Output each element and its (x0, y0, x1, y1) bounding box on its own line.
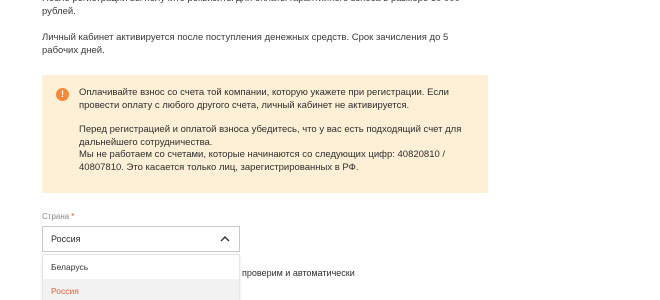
intro-paragraph-activation: Личный кабинет активируется после поступ… (42, 32, 449, 56)
country-field-label: Страна * (42, 212, 74, 221)
registration-info-text: После регистрации вы получите реквизиты … (42, 0, 482, 71)
country-option-russia[interactable]: Россия (43, 279, 239, 300)
warning-paragraph-check: Перед регистрацией и оплатой взноса убед… (79, 124, 462, 148)
warning-paragraph-restrictions: Мы не работаем со счетами, которые начин… (79, 149, 446, 173)
country-dropdown-list: Беларусь Россия (42, 254, 240, 300)
country-select-value: Россия (51, 234, 81, 244)
exclamation-icon: ! (56, 88, 69, 101)
country-option-belarus[interactable]: Беларусь (43, 255, 239, 279)
obscured-form-text: проверим и автоматически (242, 268, 355, 278)
country-select[interactable]: Россия (42, 226, 240, 252)
intro-paragraph-fee: После регистрации вы получите реквизиты … (42, 0, 460, 17)
warning-notice: ! Оплачивайте взнос со счета той компани… (42, 75, 488, 193)
country-label-text: Страна (42, 212, 70, 221)
warning-paragraph-account: Оплачивайте взнос со счета той компании,… (79, 87, 449, 111)
chevron-up-icon[interactable] (219, 233, 231, 245)
required-mark: * (71, 212, 75, 221)
